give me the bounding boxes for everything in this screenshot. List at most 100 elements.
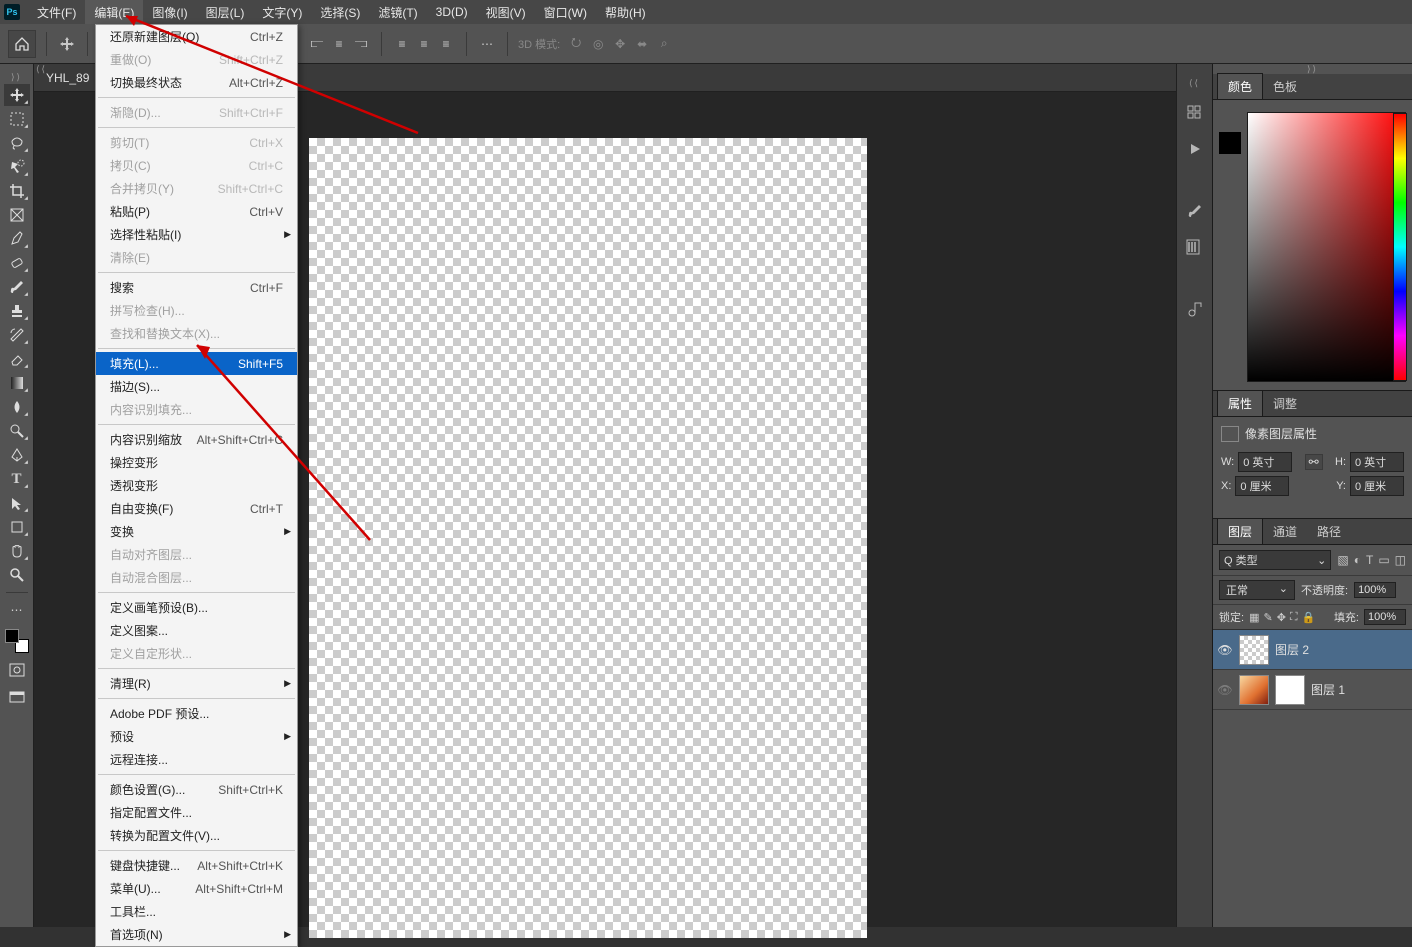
filter-pixel-icon[interactable]: ▧ [1337, 553, 1348, 567]
menuitem-fill[interactable]: 填充(L)...Shift+F5 [96, 352, 297, 375]
lock-pos-icon[interactable]: ✥ [1277, 611, 1286, 624]
layer-name[interactable]: 图层 1 [1311, 681, 1345, 698]
filter-shape-icon[interactable]: ▭ [1378, 553, 1389, 567]
link-wh-icon[interactable]: ⚯ [1305, 454, 1323, 470]
paragraph-panel-icon[interactable] [1184, 298, 1206, 320]
menuitem-toolbar[interactable]: 工具栏... [96, 900, 297, 923]
menu-edit[interactable]: 编辑(E) [85, 0, 143, 25]
w-field[interactable]: 0 英寸 [1238, 452, 1292, 472]
pen-tool[interactable] [4, 444, 30, 466]
menuitem-transform[interactable]: 变换 [96, 520, 297, 543]
layer-thumbnail[interactable] [1239, 635, 1269, 665]
menuitem-content-scale[interactable]: 内容识别缩放Alt+Shift+Ctrl+C [96, 428, 297, 451]
move-tool[interactable] [4, 84, 30, 106]
tab-swatches[interactable]: 色板 [1263, 74, 1307, 99]
menuitem-assign-profile[interactable]: 指定配置文件... [96, 801, 297, 824]
brush-panel-icon[interactable] [1184, 200, 1206, 222]
filter-smart-icon[interactable]: ◫ [1395, 553, 1406, 567]
opacity-field[interactable]: 100% [1354, 582, 1396, 598]
shape-tool[interactable] [4, 516, 30, 538]
fill-field[interactable]: 100% [1364, 609, 1406, 625]
lock-paint-icon[interactable]: ✎ [1263, 611, 1272, 624]
lock-trans-icon[interactable]: ▦ [1249, 611, 1259, 624]
menuitem-perspective-warp[interactable]: 透视变形 [96, 474, 297, 497]
menuitem-preferences[interactable]: 首选项(N) [96, 923, 297, 946]
blend-mode-select[interactable]: 正常⌄ [1219, 580, 1295, 600]
path-select-tool[interactable] [4, 492, 30, 514]
menu-filter[interactable]: 滤镜(T) [369, 0, 426, 25]
tools-collapse-handle[interactable]: ⟩⟩ [11, 72, 22, 82]
menuitem-shortcuts[interactable]: 键盘快捷键...Alt+Shift+Ctrl+K [96, 854, 297, 877]
home-button[interactable] [8, 30, 36, 58]
lock-all-icon[interactable]: 🔒 [1302, 611, 1316, 624]
menu-file[interactable]: 文件(F) [28, 0, 85, 25]
color-swatches[interactable] [5, 629, 29, 653]
visibility-toggle[interactable]: 👁 [1217, 683, 1233, 697]
menu-layer[interactable]: 图层(L) [197, 0, 254, 25]
menuitem-menus[interactable]: 菜单(U)...Alt+Shift+Ctrl+M [96, 877, 297, 900]
filter-kind-icons[interactable]: ▧ ◐ T ▭ ◫ [1337, 553, 1406, 567]
menuitem-paste[interactable]: 粘贴(P)Ctrl+V [96, 200, 297, 223]
foreground-swatch[interactable] [1219, 132, 1241, 154]
y-field[interactable]: 0 厘米 [1350, 476, 1404, 496]
history-brush-tool[interactable] [4, 324, 30, 346]
edit-toolbar-icon[interactable]: ⋯ [4, 599, 30, 621]
distribute-vcenter-icon[interactable]: ≡ [414, 34, 434, 54]
menuitem-free-transform[interactable]: 自由变换(F)Ctrl+T [96, 497, 297, 520]
marquee-tool[interactable] [4, 108, 30, 130]
menu-view[interactable]: 视图(V) [477, 0, 535, 25]
gradient-tool[interactable] [4, 372, 30, 394]
menu-window[interactable]: 窗口(W) [535, 0, 596, 25]
tab-adjustments[interactable]: 调整 [1263, 391, 1307, 416]
doc-collapse-handle[interactable]: ⟨⟨ [36, 64, 47, 74]
menuitem-define-brush[interactable]: 定义画笔预设(B)... [96, 596, 297, 619]
menu-3d[interactable]: 3D(D) [427, 1, 477, 23]
align-hcenter-icon[interactable]: ≡ [329, 34, 349, 54]
quick-select-tool[interactable] [4, 156, 30, 178]
mask-thumbnail[interactable] [1275, 675, 1305, 705]
menuitem-presets[interactable]: 预设 [96, 725, 297, 748]
filter-adjust-icon[interactable]: ◐ [1354, 553, 1361, 567]
hand-tool[interactable] [4, 540, 30, 562]
color-field[interactable] [1247, 112, 1406, 382]
eyedropper-tool[interactable] [4, 228, 30, 250]
quickmask-icon[interactable] [4, 659, 30, 681]
menuitem-undo[interactable]: 还原新建图层(O)Ctrl+Z [96, 25, 297, 48]
play-panel-icon[interactable] [1184, 138, 1206, 160]
blur-tool[interactable] [4, 396, 30, 418]
layer-name[interactable]: 图层 2 [1275, 641, 1309, 658]
zoom-tool[interactable] [4, 564, 30, 586]
align-right-icon[interactable]: ⫎ [351, 34, 371, 54]
tab-layers[interactable]: 图层 [1217, 518, 1263, 544]
tab-channels[interactable]: 通道 [1263, 519, 1307, 544]
x-field[interactable]: 0 厘米 [1235, 476, 1289, 496]
screenmode-icon[interactable] [4, 687, 30, 709]
dodge-tool[interactable] [4, 420, 30, 442]
more-align-icon[interactable]: ⋯ [477, 34, 497, 54]
crop-tool[interactable] [4, 180, 30, 202]
menuitem-stroke[interactable]: 描边(S)... [96, 375, 297, 398]
heal-tool[interactable] [4, 252, 30, 274]
layer-row[interactable]: 👁 图层 2 [1213, 630, 1412, 670]
menuitem-puppet-warp[interactable]: 操控变形 [96, 451, 297, 474]
menuitem-remote[interactable]: 远程连接... [96, 748, 297, 771]
tab-color[interactable]: 颜色 [1217, 73, 1263, 99]
tab-paths[interactable]: 路径 [1307, 519, 1351, 544]
brushset-panel-icon[interactable] [1184, 236, 1206, 258]
document-tab[interactable]: YHL_89 [46, 71, 89, 85]
menuitem-color-settings[interactable]: 颜色设置(G)...Shift+Ctrl+K [96, 778, 297, 801]
align-left-icon[interactable]: ⫍ [307, 34, 327, 54]
menuitem-define-pattern[interactable]: 定义图案... [96, 619, 297, 642]
layer-row[interactable]: 👁 图层 1 [1213, 670, 1412, 710]
distribute-bottom-icon[interactable]: ≡ [436, 34, 456, 54]
menuitem-convert-profile[interactable]: 转换为配置文件(V)... [96, 824, 297, 847]
h-field[interactable]: 0 英寸 [1350, 452, 1404, 472]
strip-collapse-handle[interactable]: ⟨⟨ [1189, 78, 1200, 88]
frame-tool[interactable] [4, 204, 30, 226]
eraser-tool[interactable] [4, 348, 30, 370]
menuitem-toggle-state[interactable]: 切换最终状态Alt+Ctrl+Z [96, 71, 297, 94]
filter-type-icon[interactable]: T [1366, 553, 1373, 567]
hue-slider[interactable] [1393, 113, 1407, 381]
type-tool[interactable]: T [4, 468, 30, 490]
menuitem-purge[interactable]: 清理(R) [96, 672, 297, 695]
